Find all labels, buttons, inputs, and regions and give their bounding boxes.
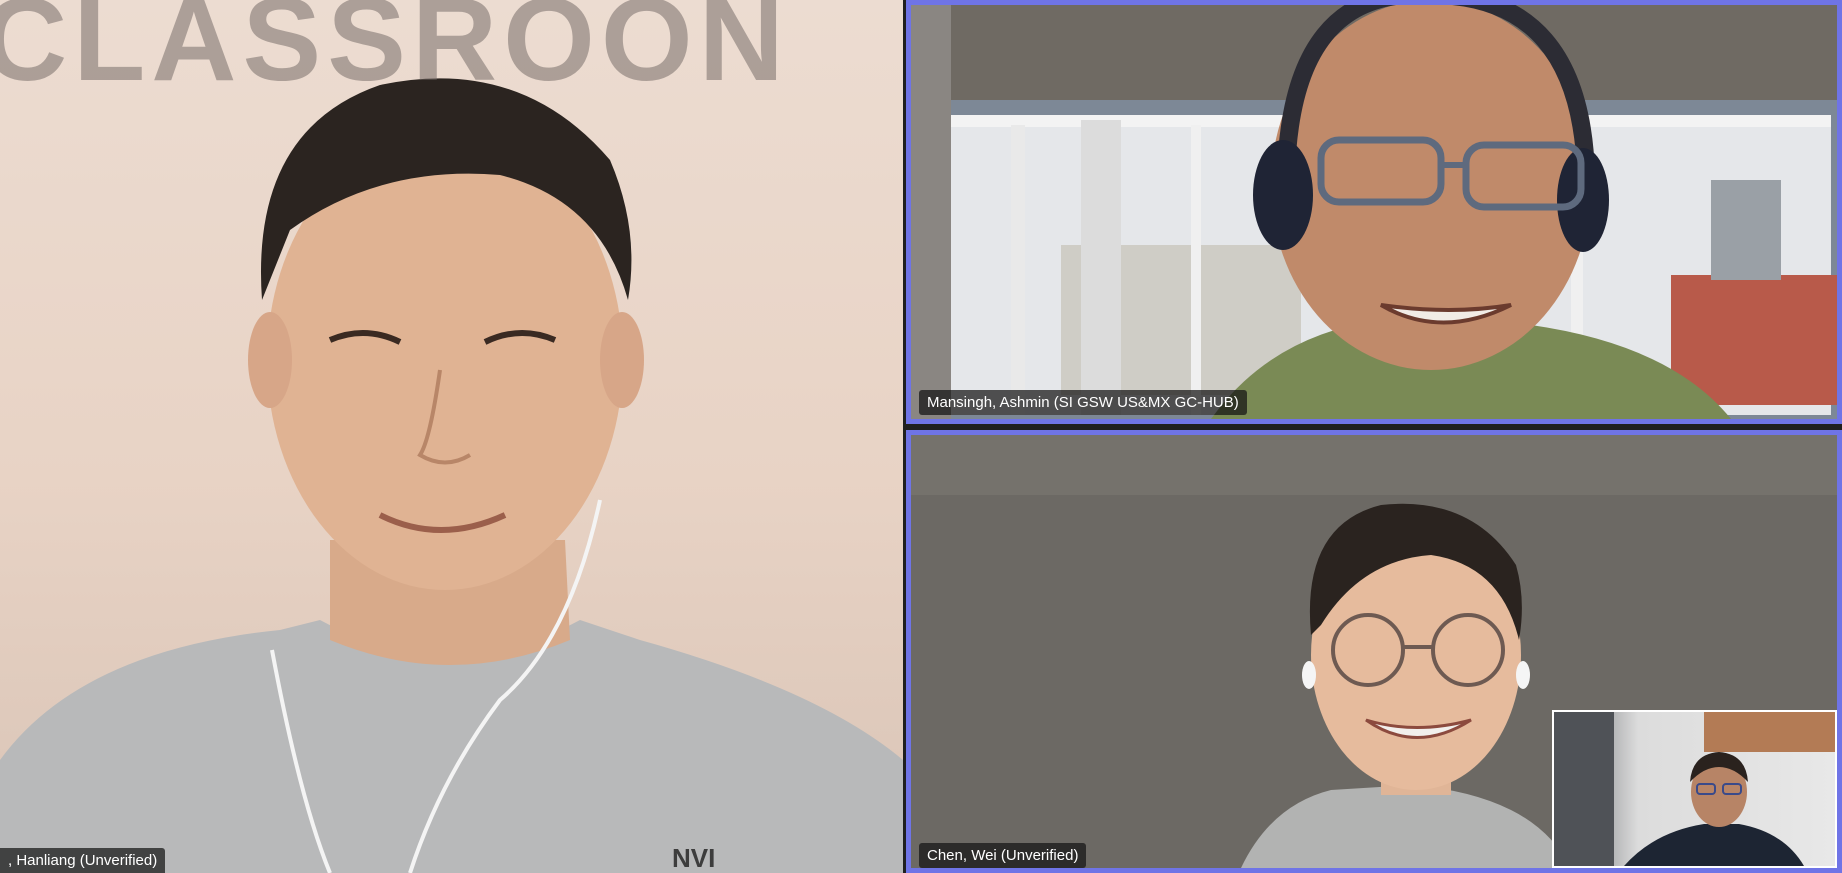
self-video-icon bbox=[1554, 712, 1835, 866]
video-tile-chen-wei[interactable]: Chen, Wei (Unverified) bbox=[906, 430, 1842, 873]
participant-video-hanliang bbox=[0, 78, 903, 873]
video-tile-hanliang[interactable]: CLASSROON NVI , Hanliang (Unverified) bbox=[0, 0, 903, 873]
wall-sign-text: CLASSROON bbox=[0, 0, 790, 106]
shirt-logo: NVI bbox=[672, 843, 716, 873]
participant-name-label: , Hanliang (Unverified) bbox=[0, 848, 166, 873]
video-tile-mansingh[interactable]: Mansingh, Ashmin (SI GSW US&MX GC-HUB) bbox=[906, 0, 1842, 424]
participant-name-label: Mansingh, Ashmin (SI GSW US&MX GC-HUB) bbox=[919, 390, 1247, 415]
participant-name-label: Chen, Wei (Unverified) bbox=[919, 843, 1087, 868]
self-view-thumbnail[interactable] bbox=[1552, 710, 1837, 868]
participant-video-mansingh bbox=[911, 5, 1837, 419]
